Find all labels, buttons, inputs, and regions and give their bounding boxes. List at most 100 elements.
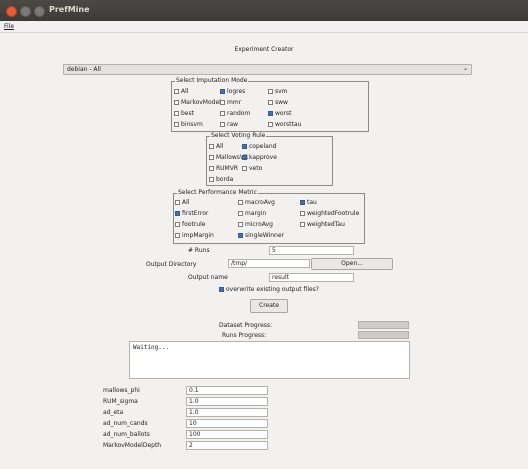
option-label: weightedFootrule — [307, 210, 360, 217]
voting-rule-legend: Select Voting Rule — [210, 132, 267, 139]
imputation-option-raw[interactable]: raw — [220, 121, 238, 129]
imputation-mode-legend: Select Imputation Mode — [175, 77, 249, 84]
checkbox-icon — [220, 110, 225, 116]
option-label: All — [216, 143, 224, 150]
checkbox-icon — [220, 88, 225, 94]
imputation-option-sww[interactable]: sww — [268, 99, 288, 107]
metric-option-footrule[interactable]: footrule — [175, 221, 205, 229]
param-label: ad_eta — [103, 409, 124, 416]
metric-option-all[interactable]: All — [175, 199, 189, 207]
option-label: MarkovModel — [181, 99, 221, 106]
checkbox-icon — [175, 199, 180, 205]
log-output[interactable]: Waiting... — [129, 341, 410, 379]
overwrite-label: overwrite existing output files? — [226, 286, 319, 293]
runs-input[interactable]: 5 — [269, 246, 354, 255]
checkbox-icon — [268, 121, 273, 127]
imputation-option-mmr[interactable]: mmr — [220, 99, 241, 107]
runs-progress-label: Runs Progress: — [222, 332, 267, 339]
option-label: worst — [275, 110, 292, 117]
checkbox-icon — [209, 154, 214, 160]
param-label: mallows_phi — [103, 387, 140, 394]
option-label: sww — [275, 99, 288, 106]
param-input[interactable]: 1.0 — [186, 408, 268, 417]
option-label: firstError — [182, 210, 209, 217]
checkbox-icon — [238, 232, 243, 238]
option-label: veto — [249, 165, 263, 172]
imputation-option-markovmodel[interactable]: MarkovModel — [174, 99, 221, 107]
checkbox-icon — [175, 221, 180, 227]
checkbox-icon — [268, 88, 273, 94]
imputation-option-best[interactable]: best — [174, 110, 194, 118]
performance-metric-legend: Select Performance Metric — [177, 189, 258, 196]
option-label: binsvm — [181, 121, 203, 128]
option-label: impMargin — [182, 232, 214, 239]
option-label: borda — [216, 176, 234, 183]
create-button[interactable]: Create — [250, 299, 288, 313]
option-label: singleWinner — [245, 232, 284, 239]
chevron-down-icon: ⌄ — [462, 65, 468, 72]
option-label: margin — [245, 210, 267, 217]
runs-progress-bar — [358, 331, 409, 339]
title-bar: PrefMine — [0, 0, 528, 21]
open-directory-button[interactable]: Open... — [311, 258, 393, 270]
checkbox-icon — [238, 199, 243, 205]
metric-option-singlewinner[interactable]: singleWinner — [238, 232, 284, 240]
metric-option-impmargin[interactable]: impMargin — [175, 232, 214, 240]
checkbox-icon — [238, 210, 243, 216]
checkbox-icon — [300, 221, 305, 227]
checkbox-icon — [242, 154, 247, 160]
voting-option-borda[interactable]: borda — [209, 176, 233, 184]
imputation-option-random[interactable]: random — [220, 110, 250, 118]
runs-label: # Runs — [188, 247, 210, 254]
option-label: All — [181, 88, 189, 95]
imputation-option-worst[interactable]: worst — [268, 110, 292, 118]
voting-option-veto[interactable]: veto — [242, 165, 262, 173]
dataset-selected: debian - All — [67, 66, 101, 73]
checkbox-icon — [238, 221, 243, 227]
param-label: MarkovModelDepth — [103, 442, 162, 449]
minimize-window-icon[interactable] — [20, 6, 31, 17]
imputation-option-all[interactable]: All — [174, 88, 188, 96]
voting-option-kapprove[interactable]: kapprove — [242, 154, 277, 162]
metric-option-weightedtau[interactable]: weightedTau — [300, 221, 345, 229]
metric-option-microavg[interactable]: microAvg — [238, 221, 273, 229]
imputation-option-binsvm[interactable]: binsvm — [174, 121, 203, 129]
metric-option-margin[interactable]: margin — [238, 210, 266, 218]
param-input[interactable]: 0.1 — [186, 386, 268, 395]
voting-option-copeland[interactable]: copeland — [242, 143, 276, 151]
param-input[interactable]: 2 — [186, 441, 268, 450]
param-label: ad_num_cands — [103, 420, 148, 427]
checkbox-icon — [209, 165, 214, 171]
dataset-progress-label: Dataset Progress: — [219, 322, 273, 329]
imputation-option-logres[interactable]: logres — [220, 88, 245, 96]
overwrite-check-indicator — [219, 286, 224, 292]
voting-option-rumvr[interactable]: RUMVR — [209, 165, 238, 173]
maximize-window-icon[interactable] — [34, 6, 45, 17]
output-directory-input[interactable]: /tmp/ — [228, 259, 310, 268]
checkbox-icon — [268, 110, 273, 116]
checkbox-icon — [220, 99, 225, 105]
option-label: worsttau — [275, 121, 302, 128]
param-input[interactable]: 100 — [186, 430, 268, 439]
app-window: PrefMine File Experiment Creator debian … — [0, 0, 528, 469]
overwrite-checkbox[interactable]: overwrite existing output files? — [219, 286, 319, 294]
imputation-option-worsttau[interactable]: worsttau — [268, 121, 301, 129]
metric-option-firsterror[interactable]: firstError — [175, 210, 208, 218]
window-title: PrefMine — [49, 5, 90, 14]
imputation-option-svm[interactable]: svm — [268, 88, 288, 96]
option-label: microAvg — [245, 221, 273, 228]
option-label: RUMVR — [216, 165, 239, 172]
option-label: footrule — [182, 221, 206, 228]
close-window-icon[interactable] — [6, 6, 17, 17]
voting-option-all[interactable]: All — [209, 143, 223, 151]
menu-file[interactable]: File — [4, 23, 14, 30]
metric-option-weightedfootrule[interactable]: weightedFootrule — [300, 210, 359, 218]
metric-option-macroavg[interactable]: macroAvg — [238, 199, 275, 207]
dataset-dropdown[interactable]: debian - All ⌄ — [63, 64, 472, 75]
output-name-input[interactable]: result — [269, 273, 354, 282]
metric-option-tau[interactable]: tau — [300, 199, 317, 207]
param-input[interactable]: 10 — [186, 419, 268, 428]
checkbox-icon — [242, 165, 247, 171]
param-input[interactable]: 1.0 — [186, 397, 268, 406]
output-directory-label: Output Directory — [146, 261, 197, 268]
